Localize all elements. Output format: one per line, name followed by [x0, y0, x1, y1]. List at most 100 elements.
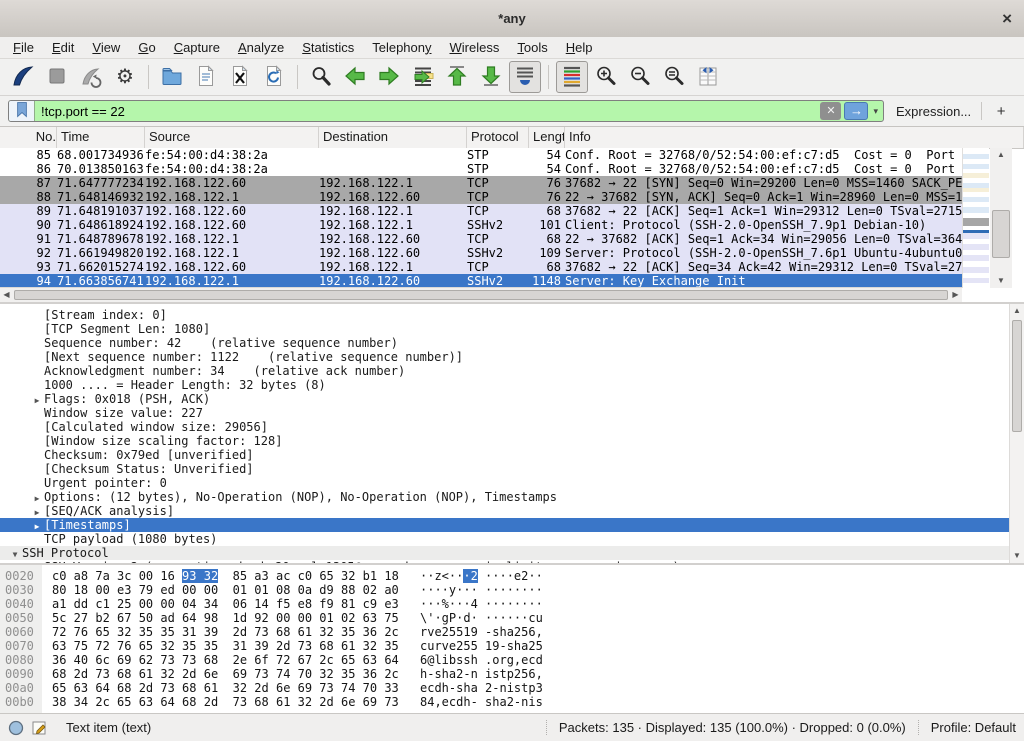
go-back-button[interactable] [339, 61, 371, 93]
packet-row-92[interactable]: 9271.661949820192.168.122.1192.168.122.6… [0, 246, 962, 260]
column-header-length[interactable]: Length [529, 127, 565, 148]
colorize-button[interactable] [556, 61, 588, 93]
detail-row[interactable]: TCP payload (1080 bytes) [0, 532, 1024, 546]
hex-bytes[interactable]: 72 76 65 32 35 35 31 39 2d 73 68 61 32 3… [52, 625, 399, 639]
hex-row-0050[interactable]: 00505c 27 b2 67 50 ad 64 98 1d 92 00 00 … [0, 611, 1024, 625]
detail-row[interactable]: Checksum: 0x79ed [unverified] [0, 448, 1024, 462]
open-file-button[interactable] [156, 61, 188, 93]
hex-row-0090[interactable]: 009068 2d 73 68 61 32 2d 6e 69 73 74 70 … [0, 667, 1024, 681]
menu-view[interactable]: View [83, 38, 129, 58]
hex-ascii[interactable]: ecdh-sha 2-nistp3 [420, 681, 543, 695]
add-filter-button[interactable]: + [992, 103, 1010, 120]
close-window-button[interactable]: × [1002, 0, 1012, 37]
zoom-out-button[interactable] [624, 61, 656, 93]
filter-dropdown-caret[interactable]: ▾ [873, 106, 878, 117]
details-vertical-scrollbar[interactable]: ▲ ▼ [1009, 304, 1024, 563]
start-capture-button[interactable] [7, 61, 39, 93]
hex-row-0020[interactable]: 0020c0 a8 7a 3c 00 16 93 32 85 a3 ac c0 … [0, 569, 1024, 583]
hex-ascii[interactable]: ···%···4 ········ [420, 597, 543, 611]
packet-list-horizontal-scrollbar[interactable]: ◀ ▶ [0, 287, 962, 302]
filter-clear-button[interactable]: ✕ [820, 102, 841, 120]
expression-button[interactable]: Expression... [896, 104, 971, 119]
detail-row[interactable]: ▶Flags: 0x018 (PSH, ACK) [0, 392, 1024, 406]
packet-row-87[interactable]: 8771.647777234192.168.122.60192.168.122.… [0, 176, 962, 190]
scrollbar-thumb[interactable] [992, 210, 1010, 258]
hex-bytes[interactable]: 36 40 6c 69 62 73 73 68 2e 6f 72 67 2c 6… [52, 653, 399, 667]
hex-bytes[interactable]: 80 18 00 e3 79 ed 00 00 01 01 08 0a d9 8… [52, 583, 399, 597]
go-to-packet-button[interactable] [407, 61, 439, 93]
detail-row[interactable]: Acknowledgment number: 34 (relative ack … [0, 364, 1024, 378]
hex-bytes[interactable]: 68 2d 73 68 61 32 2d 6e 69 73 74 70 32 3… [52, 667, 399, 681]
expand-down-icon[interactable]: ▼ [8, 548, 22, 562]
scroll-up-arrow-icon[interactable]: ▲ [990, 148, 1012, 162]
detail-row[interactable]: Sequence number: 42 (relative sequence n… [0, 336, 1024, 350]
hex-ascii[interactable]: h-sha2-n istp256, [420, 667, 543, 681]
hex-row-0080[interactable]: 008036 40 6c 69 62 73 73 68 2e 6f 72 67 … [0, 653, 1024, 667]
find-packet-button[interactable] [305, 61, 337, 93]
detail-row[interactable]: Urgent pointer: 0 [0, 476, 1024, 490]
column-header-protocol[interactable]: Protocol [467, 127, 529, 148]
detail-row[interactable]: [Checksum Status: Unverified] [0, 462, 1024, 476]
capture-comment-icon[interactable] [32, 720, 48, 736]
menu-telephony[interactable]: Telephony [363, 38, 440, 58]
filter-expression-value[interactable]: !tcp.port == 22 [35, 104, 820, 119]
column-header-source[interactable]: Source [145, 127, 319, 148]
go-last-button[interactable] [475, 61, 507, 93]
menu-file[interactable]: File [4, 38, 43, 58]
close-file-button[interactable] [224, 61, 256, 93]
zoom-in-button[interactable] [590, 61, 622, 93]
packet-row-88[interactable]: 8871.648146932192.168.122.1192.168.122.6… [0, 190, 962, 204]
detail-row[interactable]: [Stream index: 0] [0, 308, 1024, 322]
detail-row[interactable]: ▼SSH Protocol [0, 546, 1024, 560]
detail-row[interactable]: ▶[SEQ/ACK analysis] [0, 504, 1024, 518]
stop-capture-button[interactable] [41, 61, 73, 93]
go-first-button[interactable] [441, 61, 473, 93]
expert-info-icon[interactable] [8, 720, 24, 736]
menu-wireless[interactable]: Wireless [441, 38, 509, 58]
menu-analyze[interactable]: Analyze [229, 38, 293, 58]
auto-scroll-button[interactable] [509, 61, 541, 93]
packet-list-minimap[interactable] [962, 148, 989, 288]
scrollbar-thumb[interactable] [14, 290, 948, 300]
packet-row-85[interactable]: 8568.001734936fe:54:00:d4:38:2aSTP54Conf… [0, 148, 962, 162]
hex-ascii[interactable]: curve255 19-sha25 [420, 639, 543, 653]
detail-row[interactable]: [TCP Segment Len: 1080] [0, 322, 1024, 336]
menu-capture[interactable]: Capture [165, 38, 229, 58]
detail-row[interactable]: [Next sequence number: 1122 (relative se… [0, 350, 1024, 364]
packet-row-90[interactable]: 9071.648618924192.168.122.60192.168.122.… [0, 218, 962, 232]
filter-apply-button[interactable]: → [844, 102, 868, 120]
hex-bytes[interactable]: c0 a8 7a 3c 00 16 93 32 85 a3 ac c0 65 3… [52, 569, 399, 583]
menu-help[interactable]: Help [557, 38, 602, 58]
scroll-down-arrow-icon[interactable]: ▼ [1010, 549, 1024, 563]
reload-file-button[interactable] [258, 61, 290, 93]
hex-ascii[interactable]: 6@libssh .org,ecd [420, 653, 543, 667]
hex-bytes[interactable]: a1 dd c1 25 00 00 04 34 06 14 f5 e8 f9 8… [52, 597, 399, 611]
packet-row-94[interactable]: 9471.663856741192.168.122.1192.168.122.6… [0, 274, 962, 288]
scroll-left-arrow-icon[interactable]: ◀ [0, 288, 13, 302]
hex-row-0060[interactable]: 006072 76 65 32 35 35 31 39 2d 73 68 61 … [0, 625, 1024, 639]
menu-statistics[interactable]: Statistics [293, 38, 363, 58]
detail-row[interactable]: [Window size scaling factor: 128] [0, 434, 1024, 448]
capture-options-button[interactable]: ⚙ [109, 61, 141, 93]
hex-row-0030[interactable]: 003080 18 00 e3 79 ed 00 00 01 01 08 0a … [0, 583, 1024, 597]
packet-row-93[interactable]: 9371.662015274192.168.122.60192.168.122.… [0, 260, 962, 274]
hex-row-00a0[interactable]: 00a065 63 64 68 2d 73 68 61 32 2d 6e 69 … [0, 681, 1024, 695]
column-header-info[interactable]: Info [565, 127, 1024, 148]
menu-tools[interactable]: Tools [508, 38, 556, 58]
hex-bytes[interactable]: 65 63 64 68 2d 73 68 61 32 2d 6e 69 73 7… [52, 681, 399, 695]
resize-columns-button[interactable] [692, 61, 724, 93]
hex-row-00b0[interactable]: 00b038 34 2c 65 63 64 68 2d 73 68 61 32 … [0, 695, 1024, 709]
display-filter-input[interactable]: !tcp.port == 22 ✕ → ▾ [8, 100, 884, 122]
hex-ascii[interactable]: ··z<···2 ····e2·· [420, 569, 543, 583]
hex-ascii[interactable]: rve25519 -sha256, [420, 625, 543, 639]
scrollbar-thumb[interactable] [1012, 320, 1022, 432]
packet-row-89[interactable]: 8971.648191037192.168.122.60192.168.122.… [0, 204, 962, 218]
hex-bytes[interactable]: 38 34 2c 65 63 64 68 2d 73 68 61 32 2d 6… [52, 695, 399, 709]
scroll-down-arrow-icon[interactable]: ▼ [990, 274, 1012, 288]
column-header-time[interactable]: Time [57, 127, 145, 148]
restart-capture-button[interactable] [75, 61, 107, 93]
detail-row[interactable]: 1000 .... = Header Length: 32 bytes (8) [0, 378, 1024, 392]
menu-edit[interactable]: Edit [43, 38, 83, 58]
column-header-no[interactable]: No. [0, 127, 57, 148]
detail-row[interactable]: ▶Options: (12 bytes), No-Operation (NOP)… [0, 490, 1024, 504]
